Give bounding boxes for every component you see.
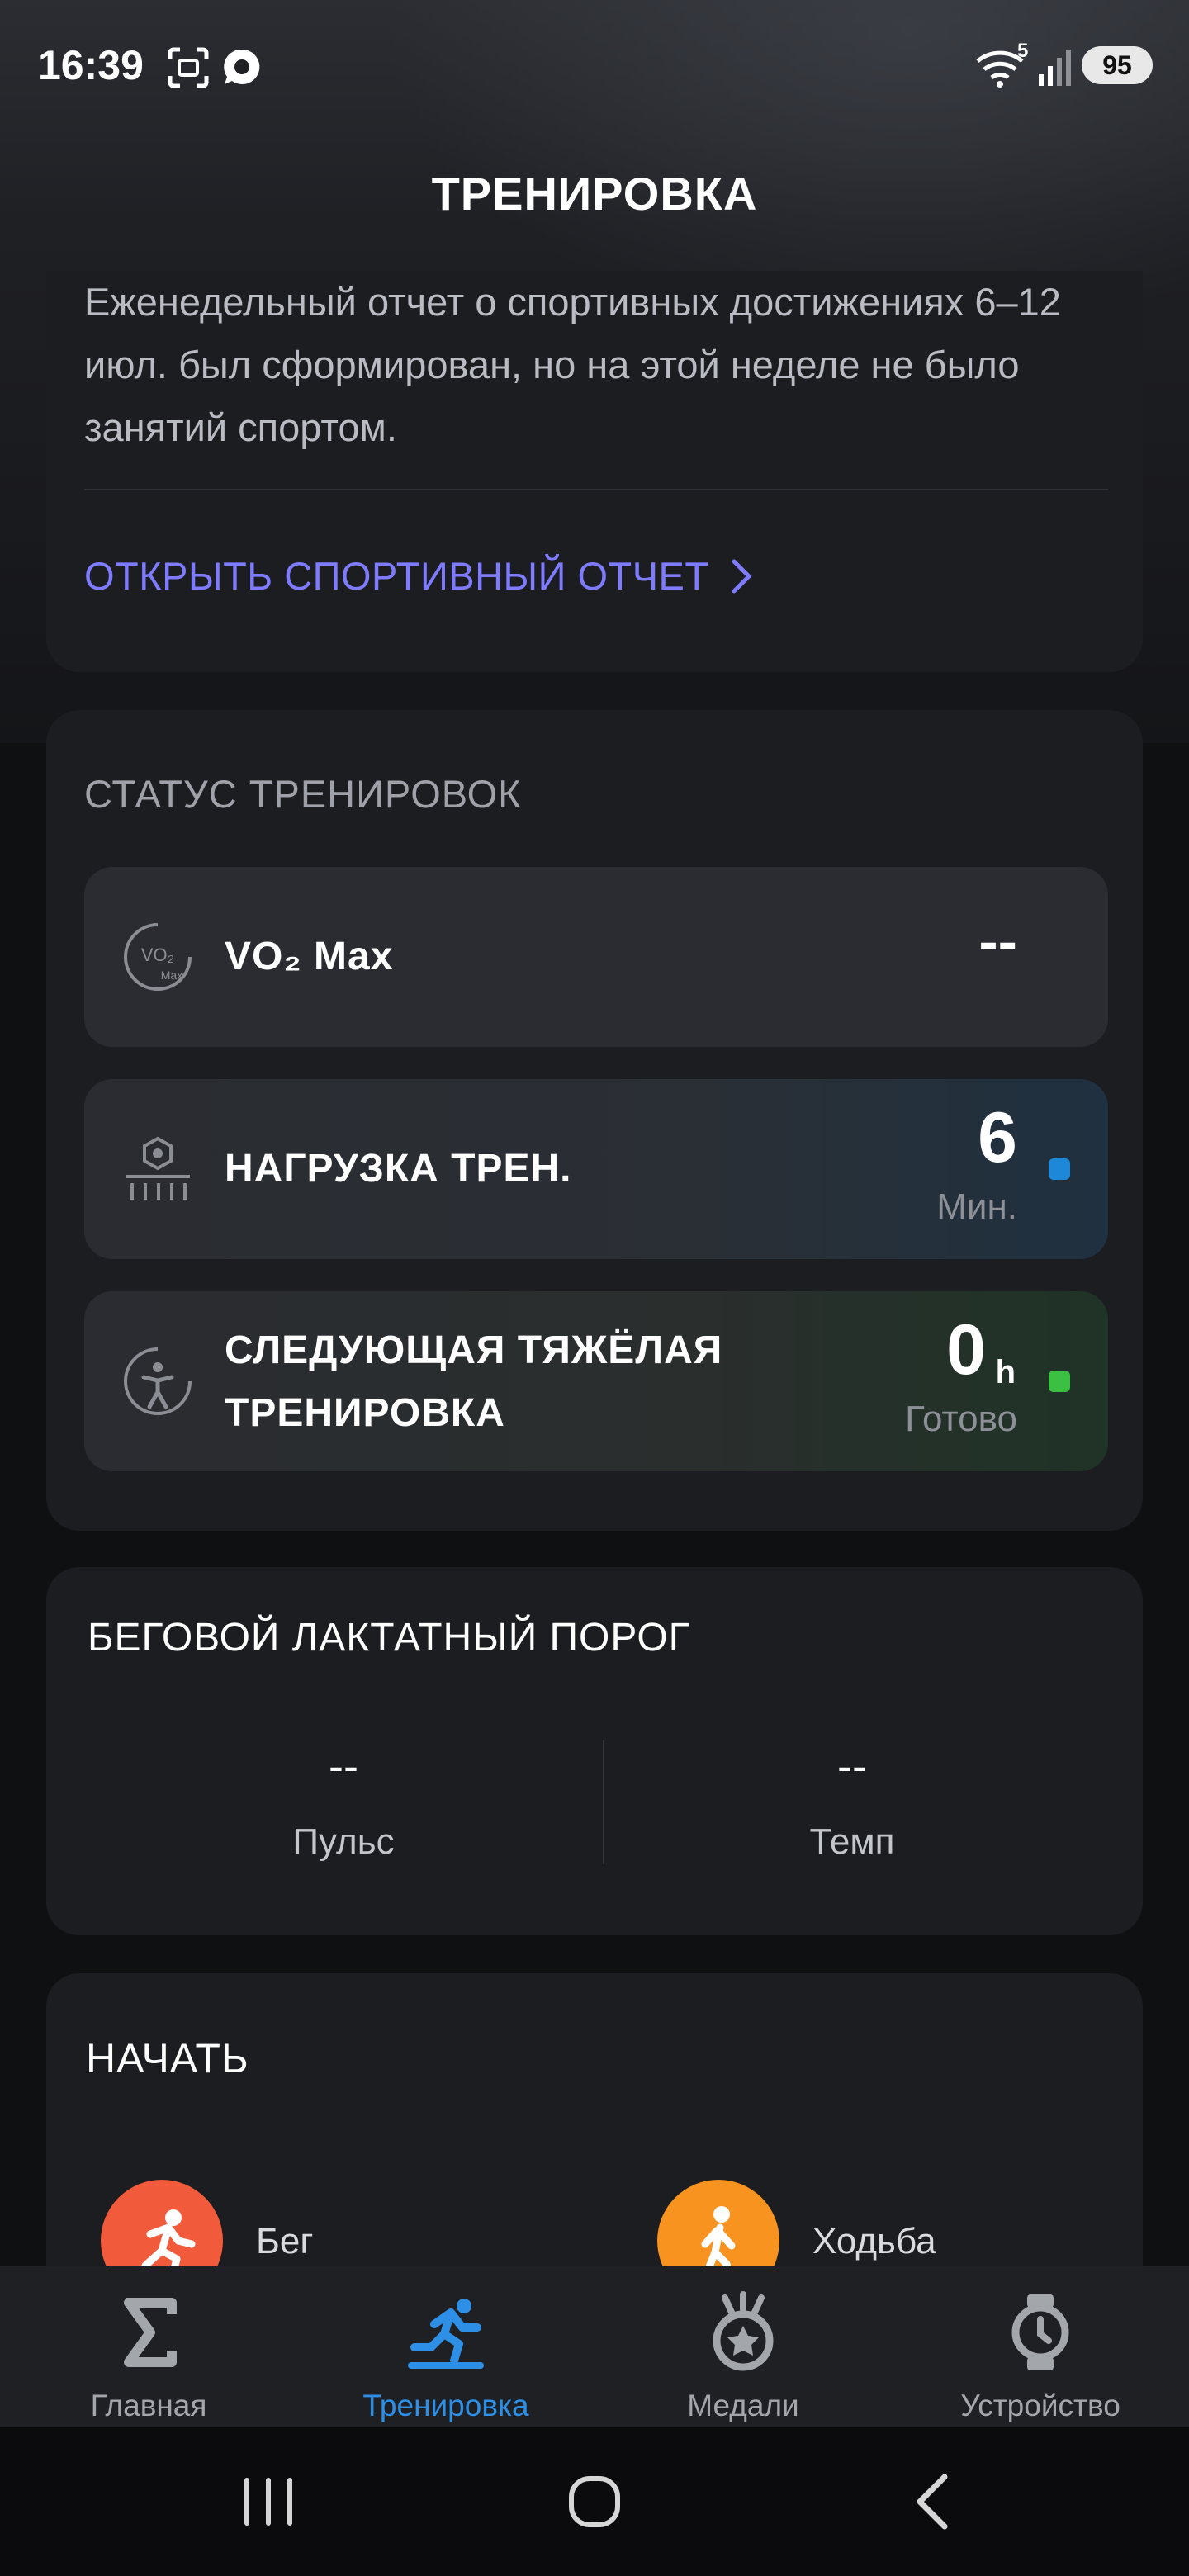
back-button[interactable] — [892, 2460, 974, 2543]
page-title: ТРЕНИРОВКА — [431, 168, 758, 220]
next-hard-workout-status: Готово — [905, 1399, 1017, 1439]
vo2-max-icon: VO₂ Max — [124, 923, 192, 991]
pulse-value: -- — [329, 1741, 358, 1791]
pace-value: -- — [837, 1741, 867, 1791]
status-bar: 16:39 5 95 — [0, 0, 1189, 136]
nav-item-workout[interactable]: Тренировка — [297, 2266, 594, 2427]
nav-label-workout: Тренировка — [362, 2389, 529, 2422]
wifi-badge: 5 — [1017, 40, 1029, 62]
watch-icon — [1011, 2294, 1069, 2370]
start-title: НАЧАТЬ — [86, 2035, 249, 2081]
open-report-link[interactable]: ОТКРЫТЬ СПОРТИВНЫЙ ОТЧЕТ — [84, 553, 754, 599]
nav-label-home: Главная — [90, 2389, 207, 2422]
vo2-max-row[interactable]: VO₂ Max VO₂ Max -- — [84, 867, 1108, 1047]
home-button[interactable] — [553, 2460, 636, 2543]
nav-item-device[interactable]: Устройство — [892, 2266, 1189, 2427]
training-status-title: СТАТУС ТРЕНИРОВОК — [84, 772, 522, 816]
chat-bubble-icon — [224, 49, 260, 84]
nav-item-medals[interactable]: Медали — [594, 2266, 892, 2427]
medal-icon — [713, 2291, 774, 2371]
training-load-value: 6 — [978, 1098, 1017, 1177]
signal-icon — [1039, 50, 1071, 86]
training-load-status-dot — [1049, 1158, 1070, 1180]
vo2-icon-text: VO₂ — [141, 945, 174, 965]
vo2-max-value: -- — [978, 909, 1017, 973]
battery-icon: 95 — [1082, 46, 1153, 84]
next-hard-workout-label-2: ТРЕНИРОВКА — [225, 1391, 505, 1435]
pulse-label: Пульс — [292, 1821, 395, 1862]
divider — [603, 1740, 604, 1864]
lactate-threshold-title: БЕГОВОЙ ЛАКТАТНЫЙ ПОРОГ — [88, 1616, 691, 1660]
next-hard-workout-suffix: h — [995, 1354, 1016, 1390]
next-hard-workout-status-dot — [1049, 1371, 1070, 1392]
workout-icon — [408, 2299, 484, 2369]
walk-label: Ходьба — [812, 2221, 936, 2261]
next-hard-workout-row[interactable]: СЛЕДУЮЩАЯ ТЯЖЁЛАЯ ТРЕНИРОВКА 0 h Готово — [84, 1291, 1108, 1471]
status-time: 16:39 — [38, 42, 144, 88]
system-nav-bar — [0, 2427, 1189, 2576]
chevron-right-icon — [732, 559, 752, 593]
divider — [84, 489, 1108, 490]
weekly-report-text: Еженедельный отчет о спортивных достижен… — [84, 280, 1061, 449]
next-hard-workout-value: 0 — [946, 1310, 986, 1390]
nav-item-home[interactable]: Главная — [0, 2266, 297, 2427]
training-status-card: СТАТУС ТРЕНИРОВОК VO₂ Max VO₂ Max -- НАГ… — [46, 710, 1143, 1531]
recents-button[interactable] — [227, 2460, 310, 2543]
training-load-label: НАГРУЗКА ТРЕН. — [225, 1147, 572, 1191]
training-load-row[interactable]: НАГРУЗКА ТРЕН. 6 Мин. — [84, 1079, 1108, 1259]
weekly-report-card: Еженедельный отчет о спортивных достижен… — [46, 271, 1143, 672]
next-hard-workout-label-1: СЛЕДУЮЩАЯ ТЯЖЁЛАЯ — [225, 1328, 723, 1372]
training-load-unit: Мин. — [936, 1186, 1017, 1227]
nav-label-medals: Медали — [687, 2389, 799, 2422]
run-label: Бег — [256, 2221, 314, 2261]
recovery-icon — [124, 1347, 192, 1415]
bottom-nav: Главная Тренировка Медали Устройство — [0, 2266, 1189, 2427]
open-report-label: ОТКРЫТЬ СПОРТИВНЫЙ ОТЧЕТ — [84, 554, 709, 598]
sigma-icon — [124, 2298, 177, 2367]
vo2-max-label: VO₂ Max — [225, 935, 394, 978]
training-load-icon — [126, 1136, 190, 1200]
pace-label: Темп — [809, 1821, 895, 1862]
vo2-icon-sub: Max — [161, 968, 182, 982]
nav-label-device: Устройство — [960, 2389, 1120, 2422]
screenshot-icon — [168, 47, 209, 88]
lactate-threshold-card[interactable]: БЕГОВОЙ ЛАКТАТНЫЙ ПОРОГ -- Пульс -- Темп — [46, 1567, 1143, 1935]
